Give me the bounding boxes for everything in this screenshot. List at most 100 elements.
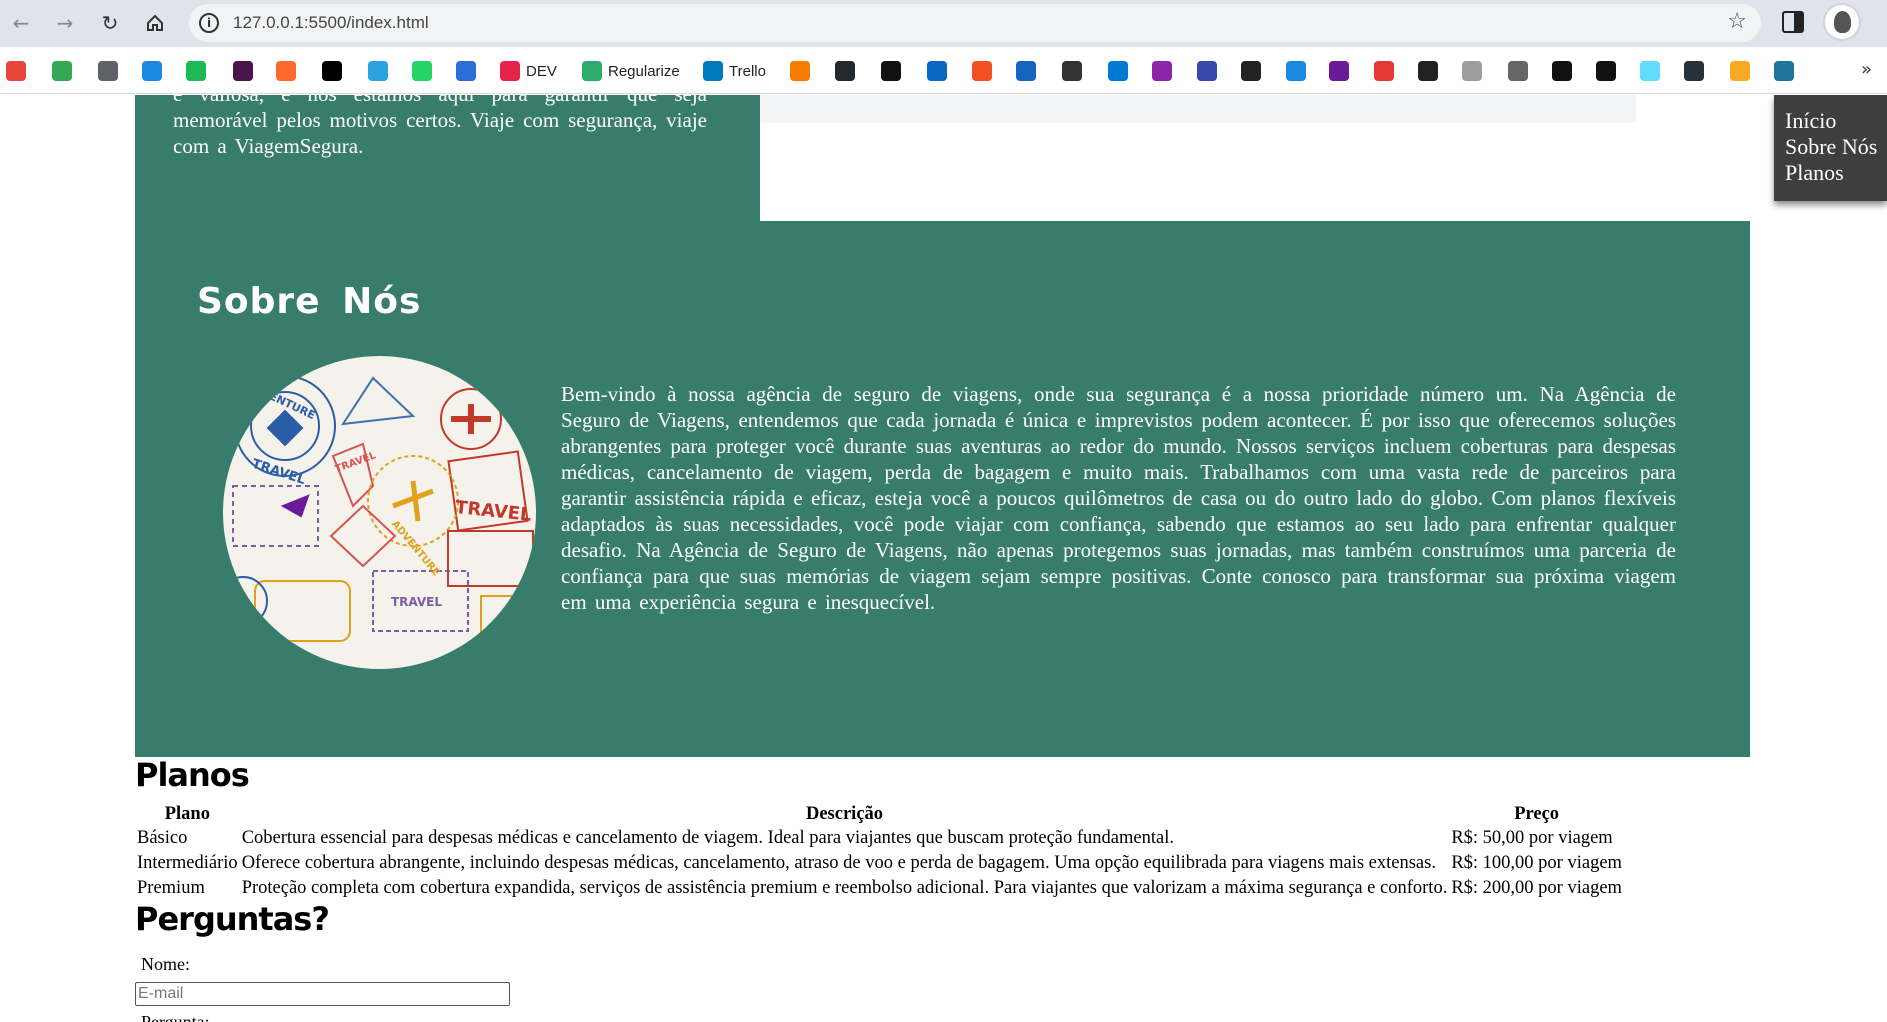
forward-arrow-icon[interactable]: → — [50, 8, 80, 38]
bookmark-item[interactable] — [233, 60, 253, 82]
table-row: Intermediário Oferece cobertura abrangen… — [135, 851, 1624, 876]
wave-icon — [1462, 61, 1482, 81]
github-icon — [835, 61, 855, 81]
s-icon — [456, 61, 476, 81]
bookmark-item[interactable] — [276, 60, 296, 82]
stamp-text: TRAVEL — [454, 497, 532, 526]
dev-icon — [500, 61, 520, 81]
bookmark-item[interactable] — [412, 60, 432, 82]
globe-icon — [98, 61, 118, 81]
nav-link-inicio[interactable]: Início — [1785, 108, 1887, 134]
hero-text: é valiosa, e nós estamos aqui para garan… — [173, 95, 707, 158]
bookmark-item[interactable] — [1286, 60, 1306, 82]
bookmark-item[interactable] — [1108, 60, 1128, 82]
bookmark-item[interactable] — [1462, 60, 1482, 82]
plan-description-cell: Oferece cobertura abrangente, incluindo … — [241, 853, 1436, 873]
hero-section: é valiosa, e nós estamos aqui para garan… — [135, 95, 760, 221]
m-icon — [233, 61, 253, 81]
stamp-text: ADVENTURE — [389, 519, 442, 579]
bookmark-item[interactable]: DEV — [500, 60, 557, 82]
bookmark-item[interactable] — [1197, 60, 1217, 82]
bookmark-item[interactable] — [1329, 60, 1349, 82]
about-title: Sobre Nós — [197, 281, 422, 322]
address-bar[interactable]: i 127.0.0.1:5500/index.html ☆ — [189, 4, 1761, 42]
home-icon[interactable] — [140, 8, 170, 38]
bookmark-item[interactable] — [1062, 60, 1082, 82]
reload-icon[interactable]: ↻ — [95, 8, 125, 38]
column-header-descricao: Descrição — [805, 803, 884, 824]
bookmark-item[interactable] — [142, 60, 162, 82]
r-icon — [1596, 61, 1616, 81]
profile-avatar[interactable] — [1823, 3, 1861, 41]
g-icon — [1552, 61, 1572, 81]
mask-icon — [1329, 61, 1349, 81]
table-header-row: Plano Descrição Preço — [135, 802, 1624, 826]
plan-price-cell: R$: 200,00 por viagem — [1451, 878, 1622, 898]
nav-link-planos[interactable]: Planos — [1785, 160, 1887, 186]
bookmark-item[interactable] — [1152, 60, 1172, 82]
column-header-plano: Plano — [164, 803, 210, 824]
bookmark-item[interactable] — [1684, 60, 1704, 82]
drop-icon — [1286, 61, 1306, 81]
j-icon — [1508, 61, 1528, 81]
chip-icon — [1684, 61, 1704, 81]
chrome-icon — [6, 61, 26, 81]
bookmark-item[interactable] — [881, 60, 901, 82]
bookmark-item[interactable] — [1418, 60, 1438, 82]
faq-title: Perguntas? — [135, 900, 330, 938]
stamp-text: TRAVEL — [250, 457, 307, 488]
bookmark-item[interactable] — [186, 60, 206, 82]
bookmark-item[interactable] — [322, 60, 342, 82]
bookmark-item[interactable] — [1016, 60, 1036, 82]
wordpress-icon — [1774, 61, 1794, 81]
bookmark-label: Regularize — [608, 62, 680, 80]
bookmark-item[interactable] — [1508, 60, 1528, 82]
bookmarks-bar: » DEV Regularize Trello — [0, 47, 1887, 94]
bookmark-item[interactable] — [98, 60, 118, 82]
bookmark-item[interactable] — [790, 60, 810, 82]
more-bookmarks-icon[interactable]: » — [1861, 59, 1872, 80]
bookmark-item[interactable] — [1640, 60, 1660, 82]
nav-link-sobre-nos[interactable]: Sobre Nós — [1785, 134, 1887, 160]
bookmark-item[interactable]: Trello — [703, 60, 766, 82]
bookmark-item[interactable] — [1374, 60, 1394, 82]
about-text: Bem-vindo à nossa agência de seguro de v… — [561, 382, 1676, 614]
bookmark-item[interactable] — [1774, 60, 1794, 82]
bookmark-item[interactable] — [1552, 60, 1572, 82]
column-header-preco: Preço — [1514, 803, 1560, 824]
bookmark-item[interactable] — [1241, 60, 1261, 82]
bookmark-item[interactable] — [835, 60, 855, 82]
site-info-icon[interactable]: i — [199, 13, 219, 33]
grid-icon — [790, 61, 810, 81]
c-icon — [276, 61, 296, 81]
url-text[interactable]: 127.0.0.1:5500/index.html — [233, 13, 429, 33]
bookmark-item[interactable] — [6, 60, 26, 82]
bookmark-item[interactable] — [52, 60, 72, 82]
about-section: Sobre Nós ADVENTURE TRAVEL TRAVEL TRAVEL… — [135, 221, 1750, 757]
bookmark-item[interactable] — [456, 60, 476, 82]
bookmark-item[interactable] — [1730, 60, 1750, 82]
whatsapp-icon — [412, 61, 432, 81]
bookmark-item[interactable] — [1596, 60, 1616, 82]
bookmark-star-icon[interactable]: ☆ — [1727, 9, 1747, 34]
gdrive-icon — [52, 61, 72, 81]
bookmark-item[interactable]: Regularize — [582, 60, 680, 82]
react-icon — [1640, 61, 1660, 81]
plan-name-cell: Premium — [137, 878, 205, 898]
telegram-icon — [368, 61, 388, 81]
bookmark-item[interactable] — [972, 60, 992, 82]
name-label: Nome: — [141, 954, 190, 974]
travel-stamps-illustration: ADVENTURE TRAVEL TRAVEL TRAVEL ADVENTURE… — [223, 375, 536, 662]
email-field[interactable] — [135, 982, 510, 1006]
bookmark-item[interactable] — [368, 60, 388, 82]
side-panel-icon[interactable] — [1782, 11, 1804, 33]
back-arrow-icon[interactable]: ← — [6, 8, 36, 38]
u-icon — [1152, 61, 1172, 81]
hex-icon — [1197, 61, 1217, 81]
question-label: Pergunta: — [141, 1012, 210, 1022]
hero-image-box — [760, 95, 1636, 123]
w-icon — [1016, 61, 1036, 81]
table-row: Premium Proteção completa com cobertura … — [135, 876, 1624, 901]
bookmark-item[interactable] — [927, 60, 947, 82]
browser-toolbar: ← → ↻ i 127.0.0.1:5500/index.html ☆ — [0, 0, 1887, 47]
